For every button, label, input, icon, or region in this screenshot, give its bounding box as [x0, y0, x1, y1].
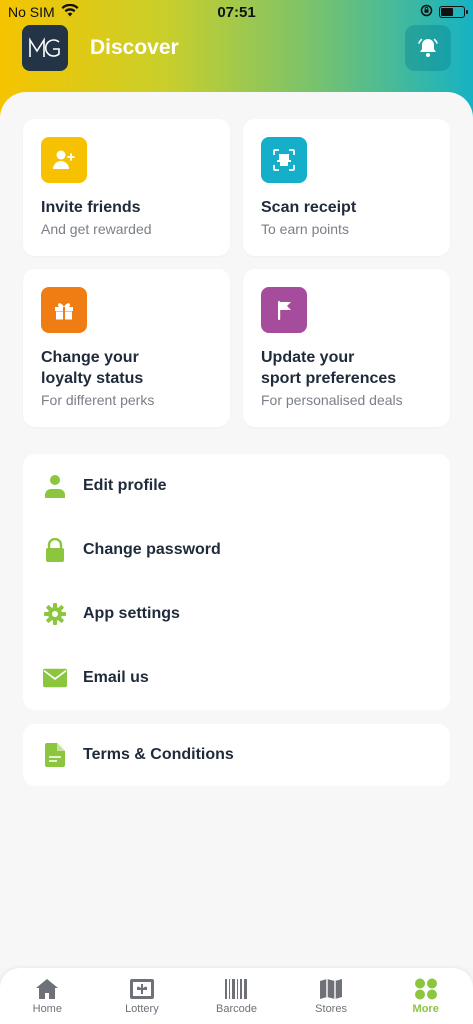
status-bar: No SIM 07:51 — [0, 0, 473, 24]
battery-icon — [439, 6, 468, 18]
user-icon — [43, 474, 67, 498]
menu-item-label: Terms & Conditions — [83, 746, 234, 763]
carrier-label: No SIM — [8, 4, 55, 20]
scan-receipt-icon — [261, 137, 307, 183]
account-menu: Edit profile Change password App setting… — [23, 454, 450, 710]
app-logo — [22, 25, 68, 71]
app-header: Discover — [0, 24, 473, 72]
page-title: Discover — [90, 36, 179, 59]
menu-item-terms[interactable]: Terms & Conditions — [23, 724, 450, 786]
tab-home[interactable]: Home — [7, 968, 87, 1015]
bottom-tab-bar: Home Lottery Barcode Stores More — [0, 968, 473, 1024]
lock-icon — [43, 538, 67, 562]
tab-more[interactable]: More — [386, 968, 466, 1015]
document-icon — [43, 743, 67, 767]
menu-item-edit-profile[interactable]: Edit profile — [23, 454, 450, 518]
card-subtitle: For personalised deals — [261, 392, 403, 408]
card-title: Invite friends — [41, 199, 141, 216]
add-user-icon — [41, 137, 87, 183]
flag-icon — [261, 287, 307, 333]
scan-receipt-card[interactable]: Scan receipt To earn points — [243, 119, 450, 256]
card-title: Scan receipt — [261, 199, 357, 216]
card-subtitle: And get rewarded — [41, 221, 152, 237]
tab-barcode[interactable]: Barcode — [196, 968, 276, 1015]
menu-item-email-us[interactable]: Email us — [23, 646, 450, 710]
card-title: Change your loyalty status — [41, 349, 144, 387]
logo-mark — [29, 37, 60, 57]
tab-stores[interactable]: Stores — [291, 968, 371, 1015]
orientation-lock-icon — [420, 4, 433, 20]
lottery-ticket-icon — [129, 979, 154, 999]
menu-item-label: App settings — [83, 605, 180, 622]
card-title: Update your sport preferences — [261, 349, 397, 387]
menu-item-app-settings[interactable]: App settings — [23, 582, 450, 646]
gift-icon — [41, 287, 87, 333]
grid-icon — [414, 978, 437, 1000]
card-subtitle: To earn points — [261, 221, 349, 237]
menu-item-change-password[interactable]: Change password — [23, 518, 450, 582]
barcode-icon — [225, 979, 248, 999]
envelope-icon — [43, 666, 67, 690]
tab-lottery[interactable]: Lottery — [102, 968, 182, 1015]
notifications-button[interactable] — [405, 25, 451, 71]
loyalty-status-card[interactable]: Change your loyalty status For different… — [23, 269, 230, 427]
content-panel: Invite friends And get rewarded Scan rec… — [0, 92, 473, 968]
card-subtitle: For different perks — [41, 392, 155, 408]
wifi-icon — [61, 3, 79, 20]
home-icon — [36, 979, 59, 999]
menu-item-label: Change password — [83, 541, 221, 558]
invite-friends-card[interactable]: Invite friends And get rewarded — [23, 119, 230, 256]
menu-item-label: Edit profile — [83, 477, 167, 494]
action-cards: Invite friends And get rewarded Scan rec… — [23, 119, 450, 427]
gear-icon — [43, 602, 67, 626]
bell-icon — [418, 38, 438, 57]
menu-item-label: Email us — [83, 669, 149, 686]
map-icon — [320, 979, 343, 999]
sport-preferences-card[interactable]: Update your sport preferences For person… — [243, 269, 450, 427]
